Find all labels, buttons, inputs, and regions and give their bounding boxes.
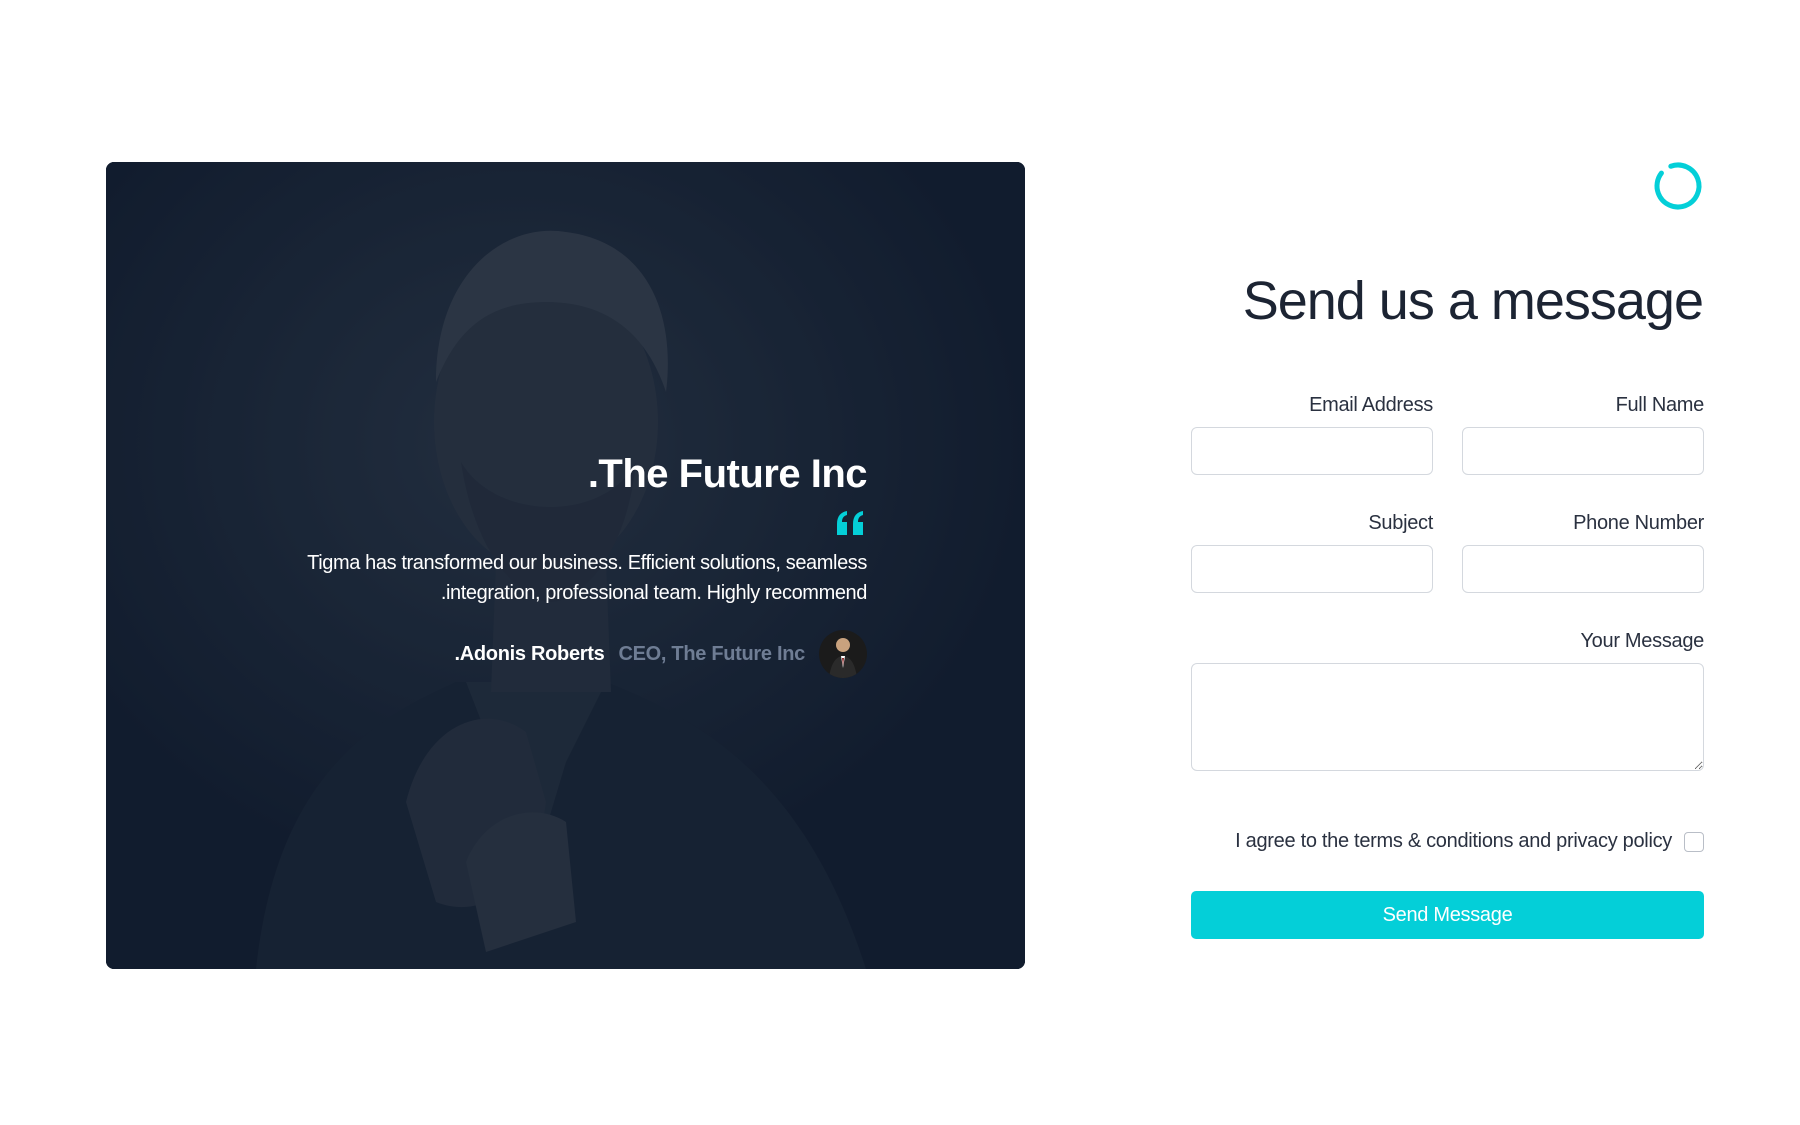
phone-field-group: Phone Number <box>1462 512 1704 593</box>
subject-field-group: Subject <box>1191 512 1433 593</box>
testimonial-text: Tigma has transformed our business. Effi… <box>307 552 867 604</box>
full-name-field-group: Full Name <box>1462 394 1704 475</box>
message-label: Your Message <box>1580 630 1704 652</box>
author-info: .Adonis Roberts CEO, The Future Inc <box>227 630 867 678</box>
author-avatar <box>819 630 867 678</box>
author-role: CEO, The Future Inc <box>618 642 805 665</box>
full-name-label: Full Name <box>1615 394 1705 416</box>
loading-spinner-icon <box>1654 162 1702 210</box>
form-title: Send us a message <box>1242 271 1704 331</box>
terms-checkbox[interactable] <box>1684 831 1704 852</box>
full-name-input[interactable] <box>1462 427 1704 475</box>
message-field-group: Your Message <box>1191 630 1704 776</box>
phone-input[interactable] <box>1462 545 1704 593</box>
subject-label: Subject <box>1368 512 1433 534</box>
testimonial-card: .The Future Inc Tigma has transformed ou… <box>106 162 1025 969</box>
contact-page: .The Future Inc Tigma has transformed ou… <box>0 0 1800 1125</box>
send-message-button[interactable]: Send Message <box>1191 891 1704 939</box>
terms-agreement: I agree to the terms & conditions and pr… <box>1235 830 1704 853</box>
company-title: .The Future Inc <box>587 452 868 496</box>
email-field-group: Email Address <box>1191 394 1433 475</box>
testimonial-content: .The Future Inc Tigma has transformed ou… <box>227 450 868 678</box>
author-name: .Adonis Roberts <box>454 642 605 665</box>
email-input[interactable] <box>1191 427 1433 475</box>
quote-icon <box>837 511 863 535</box>
message-textarea[interactable] <box>1191 663 1704 771</box>
phone-label: Phone Number <box>1573 512 1704 534</box>
subject-input[interactable] <box>1191 545 1433 593</box>
terms-label: I agree to the terms & conditions and pr… <box>1235 830 1672 852</box>
email-label: Email Address <box>1309 394 1433 416</box>
